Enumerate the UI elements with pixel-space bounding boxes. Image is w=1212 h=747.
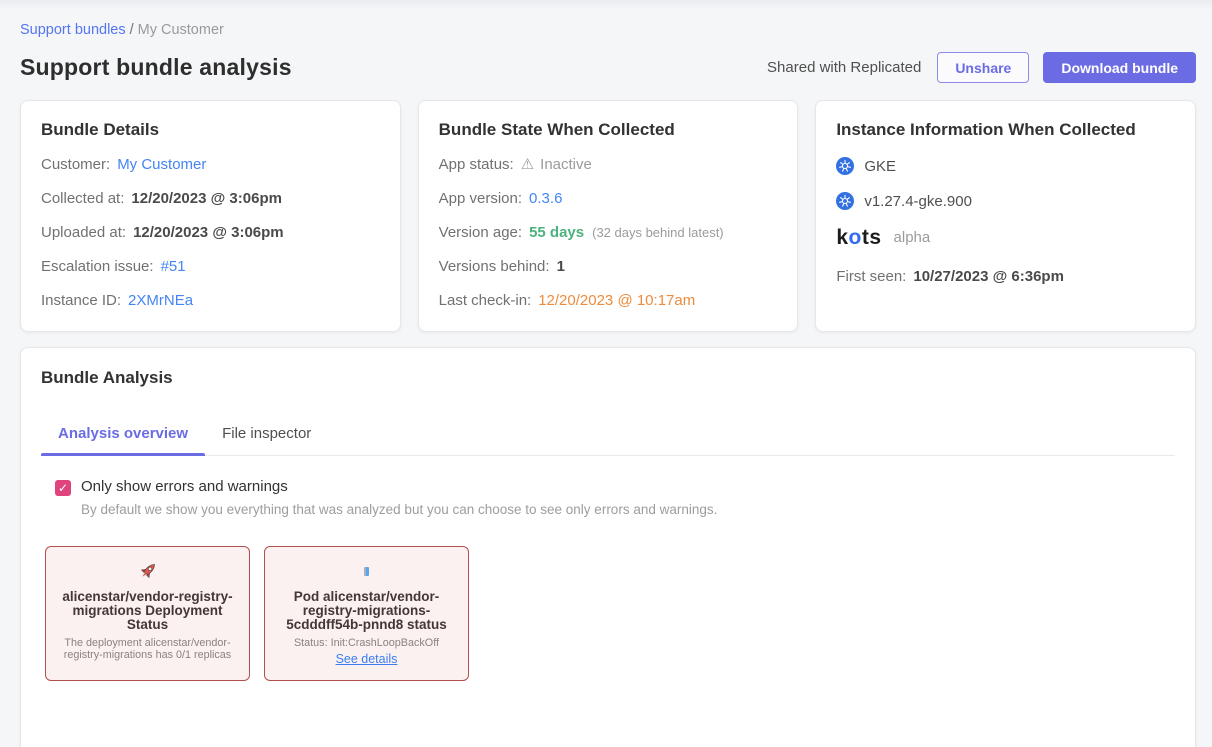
kubernetes-icon — [836, 192, 854, 210]
info-cards-row: Bundle Details Customer: My Customer Col… — [20, 100, 1196, 332]
first-seen-label: First seen: — [836, 267, 906, 286]
customer-row: Customer: My Customer — [41, 155, 380, 174]
uploaded-at-value: 12/20/2023 @ 3:06pm — [133, 223, 284, 242]
uploaded-at-label: Uploaded at: — [41, 223, 126, 242]
app-status-row: App status: ⚠ Inactive — [439, 155, 778, 174]
version-age-label: Version age: — [439, 223, 522, 242]
warning-icon: ⚠ — [521, 157, 534, 172]
bundle-details-title: Bundle Details — [41, 120, 380, 140]
instance-id-label: Instance ID: — [41, 291, 121, 310]
bundle-state-title: Bundle State When Collected — [439, 120, 778, 140]
top-edge-shadow — [0, 0, 1212, 10]
support-bundle-analysis-page: Support bundles/My Customer Support bund… — [0, 10, 1212, 747]
version-age-row: Version age: 55 days (32 days behind lat… — [439, 223, 778, 242]
escalation-issue-row: Escalation issue: #51 — [41, 257, 380, 276]
app-status-value: Inactive — [540, 155, 592, 174]
result-message: The deployment alicenstar/vendor-registr… — [56, 637, 239, 661]
checkmark-icon: ✓ — [58, 482, 68, 494]
analysis-tabs: Analysis overview File inspector — [41, 412, 1175, 456]
kots-logo: kots — [836, 227, 881, 248]
bundle-analysis-card: Bundle Analysis Analysis overview File i… — [20, 347, 1196, 747]
kubernetes-icon — [836, 157, 854, 175]
customer-label: Customer: — [41, 155, 110, 174]
page-title: Support bundle analysis — [20, 54, 292, 81]
bundle-state-card: Bundle State When Collected App status: … — [418, 100, 799, 332]
version-age-note: (32 days behind latest) — [592, 223, 724, 242]
kots-channel: alpha — [894, 229, 931, 246]
see-details-link[interactable]: See details — [336, 652, 398, 666]
unshare-button[interactable]: Unshare — [937, 52, 1029, 83]
kots-logo-o: o — [849, 226, 862, 249]
download-bundle-button[interactable]: Download bundle — [1043, 52, 1196, 83]
errors-warnings-filter: ✓ Only show errors and warnings By defau… — [55, 477, 1175, 517]
customer-link[interactable]: My Customer — [117, 155, 206, 174]
result-title: Pod alicenstar/vendor-registry-migration… — [275, 590, 458, 632]
uploaded-at-row: Uploaded at: 12/20/2023 @ 3:06pm — [41, 223, 380, 242]
analysis-result-pod-status[interactable]: Pod alicenstar/vendor-registry-migration… — [264, 546, 469, 681]
filter-label[interactable]: Only show errors and warnings — [81, 477, 717, 497]
result-message: Status: Init:CrashLoopBackOff — [275, 637, 458, 649]
last-checkin-row: Last check-in: 12/20/2023 @ 10:17am — [439, 291, 778, 310]
rocket-icon — [137, 560, 159, 582]
collected-at-label: Collected at: — [41, 189, 124, 208]
k8s-version-value: v1.27.4-gke.900 — [864, 193, 972, 210]
pod-icon — [364, 567, 369, 576]
result-title: alicenstar/vendor-registry-migrations De… — [56, 590, 239, 632]
breadcrumb-separator: / — [130, 22, 134, 38]
distribution-row: GKE — [836, 157, 1175, 175]
versions-behind-value: 1 — [557, 257, 565, 276]
app-version-row: App version: 0.3.6 — [439, 189, 778, 208]
breadcrumb-support-bundles-link[interactable]: Support bundles — [20, 22, 126, 38]
instance-id-link[interactable]: 2XMrNEa — [128, 291, 193, 310]
tab-file-inspector[interactable]: File inspector — [205, 412, 328, 455]
versions-behind-label: Versions behind: — [439, 257, 550, 276]
result-icon-wrap — [275, 559, 458, 583]
result-icon-wrap — [56, 559, 239, 583]
filter-description: By default we show you everything that w… — [81, 502, 717, 517]
instance-id-row: Instance ID: 2XMrNEa — [41, 291, 380, 310]
last-checkin-label: Last check-in: — [439, 291, 532, 310]
versions-behind-row: Versions behind: 1 — [439, 257, 778, 276]
collected-at-value: 12/20/2023 @ 3:06pm — [131, 189, 282, 208]
distribution-value: GKE — [864, 158, 896, 175]
last-checkin-value: 12/20/2023 @ 10:17am — [538, 291, 695, 310]
escalation-issue-label: Escalation issue: — [41, 257, 154, 276]
tab-analysis-overview[interactable]: Analysis overview — [41, 412, 205, 455]
escalation-issue-link[interactable]: #51 — [161, 257, 186, 276]
breadcrumb: Support bundles/My Customer — [20, 22, 1196, 38]
first-seen-row: First seen: 10/27/2023 @ 6:36pm — [836, 267, 1175, 286]
app-status-label: App status: — [439, 155, 514, 174]
kots-logo-ts: ts — [862, 226, 882, 249]
shared-status-text: Shared with Replicated — [767, 59, 921, 76]
header-actions: Shared with Replicated Unshare Download … — [767, 52, 1196, 83]
only-errors-checkbox[interactable]: ✓ — [55, 480, 71, 496]
version-age-value: 55 days — [529, 223, 584, 242]
filter-text-block: Only show errors and warnings By default… — [81, 477, 717, 517]
instance-info-title: Instance Information When Collected — [836, 120, 1175, 140]
bundle-analysis-title: Bundle Analysis — [41, 368, 1175, 388]
instance-info-card: Instance Information When Collected — [815, 100, 1196, 332]
first-seen-value: 10/27/2023 @ 6:36pm — [913, 267, 1064, 286]
page-header: Support bundle analysis Shared with Repl… — [20, 52, 1196, 83]
kots-logo-k: k — [836, 226, 848, 249]
app-version-label: App version: — [439, 189, 522, 208]
analysis-results: alicenstar/vendor-registry-migrations De… — [45, 546, 1175, 681]
kots-row: kots alpha — [836, 227, 1175, 248]
app-version-link[interactable]: 0.3.6 — [529, 189, 562, 208]
k8s-version-row: v1.27.4-gke.900 — [836, 192, 1175, 210]
bundle-details-card: Bundle Details Customer: My Customer Col… — [20, 100, 401, 332]
collected-at-row: Collected at: 12/20/2023 @ 3:06pm — [41, 189, 380, 208]
analysis-result-deployment[interactable]: alicenstar/vendor-registry-migrations De… — [45, 546, 250, 681]
breadcrumb-current: My Customer — [138, 22, 224, 38]
